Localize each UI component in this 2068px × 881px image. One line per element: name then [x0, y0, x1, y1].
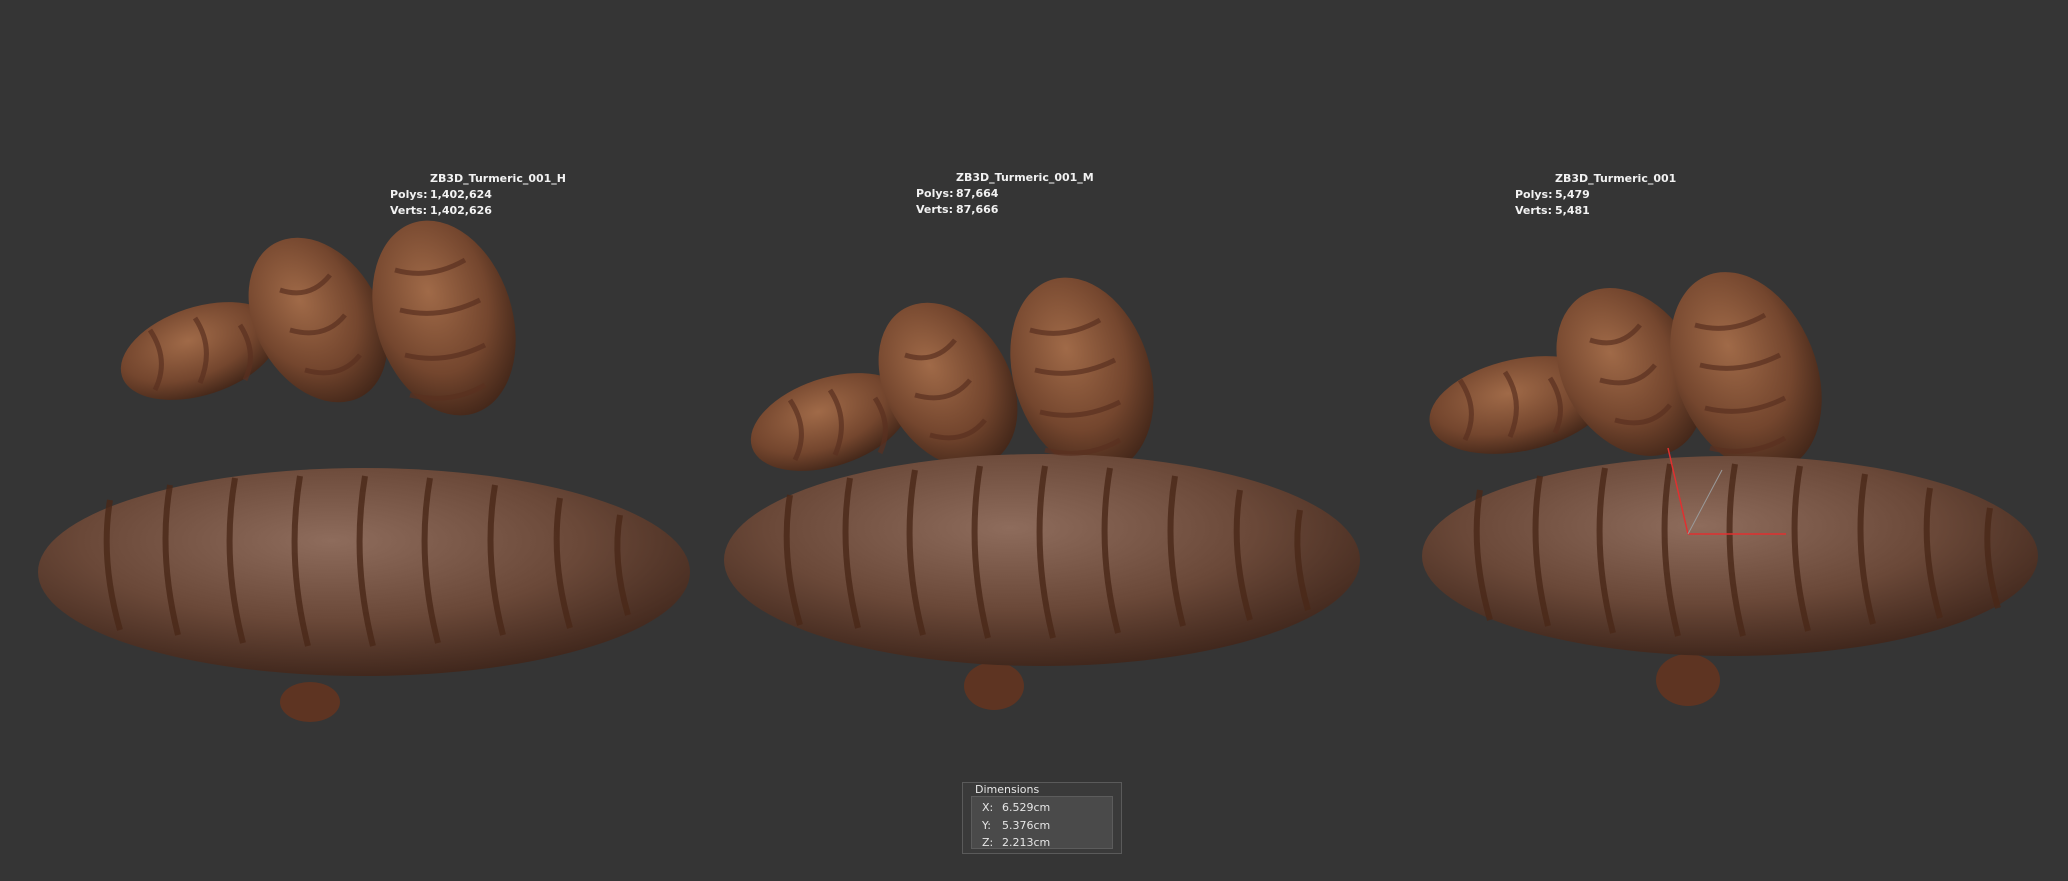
verts-label: Verts: — [1515, 204, 1553, 217]
polys-value: 1,402,624 — [430, 188, 492, 201]
dimensions-title: Dimensions — [973, 783, 1042, 796]
polys-label: Polys: — [1515, 188, 1553, 201]
dimensions-values: X: 6.529cm Y: 5.376cm Z: 2.213cm — [971, 796, 1113, 849]
dimensions-panel: Dimensions X: 6.529cm Y: 5.376cm Z: 2.21… — [962, 782, 1122, 854]
y-value: 5.376cm — [1002, 818, 1051, 832]
model-stats-medium: ZB3D_Turmeric_001_M Polys: 87,664 Verts: 8… — [916, 170, 1094, 218]
model-name: ZB3D_Turmeric_001 — [1555, 172, 1677, 185]
model-name: ZB3D_Turmeric_001_H — [430, 172, 567, 185]
y-label: Y: — [982, 818, 991, 832]
turmeric-model-medium — [724, 277, 1360, 710]
polys-value: 87,664 — [956, 187, 999, 200]
x-label: X: — [982, 801, 994, 814]
turmeric-model-high — [38, 220, 690, 722]
x-value: 6.529cm — [1002, 801, 1051, 814]
verts-value: 5,481 — [1555, 204, 1590, 217]
model-stats-low: ZB3D_Turmeric_001 Polys: 5,479 Verts: 5,48… — [1515, 171, 1676, 219]
dimension-z-row: Z: 2.213cm — [982, 834, 1112, 852]
turmeric-model-low — [1422, 272, 2038, 706]
polys-label: Polys: — [390, 188, 428, 201]
turmeric-render-scene — [38, 220, 2038, 722]
polys-value: 5,479 — [1555, 188, 1590, 201]
verts-value: 1,402,626 — [430, 204, 492, 217]
model-stats-high: ZB3D_Turmeric_001_H Polys: 1,402,624 Vert… — [390, 171, 566, 219]
verts-value: 87,666 — [956, 203, 999, 216]
z-label: Z: — [982, 836, 994, 849]
polys-label: Polys: — [916, 187, 954, 200]
verts-label: Verts: — [390, 204, 428, 217]
model-name: ZB3D_Turmeric_001_M — [956, 171, 1094, 184]
z-value: 2.213cm — [1002, 836, 1051, 849]
dimension-y-row: Y: 5.376cm — [982, 817, 1112, 835]
verts-label: Verts: — [916, 203, 954, 216]
3d-viewport[interactable]: ZB3D_Turmeric_001_H Polys: 1,402,624 Vert… — [0, 0, 2068, 881]
dimension-x-row: X: 6.529cm — [982, 799, 1112, 817]
